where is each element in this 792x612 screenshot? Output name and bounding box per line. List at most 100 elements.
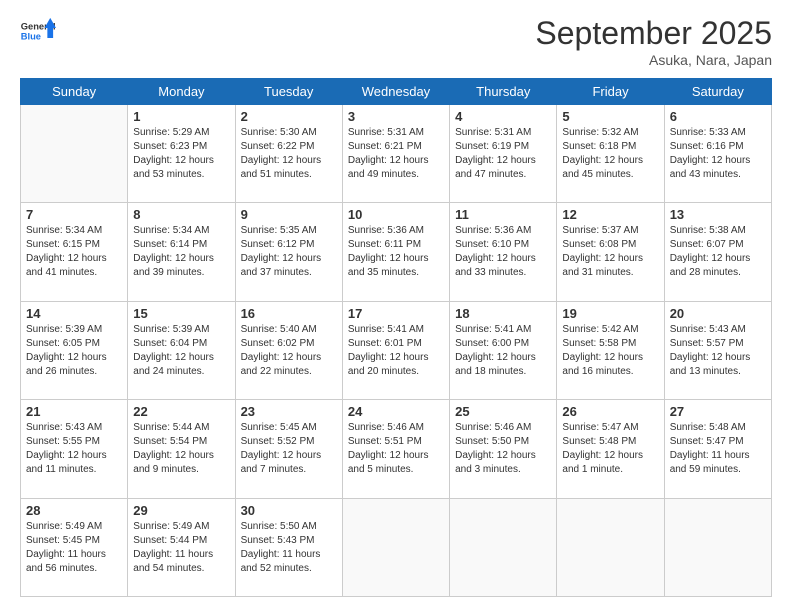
calendar-cell [557,498,664,596]
calendar-cell: 5 Sunrise: 5:32 AM Sunset: 6:18 PM Daylig… [557,105,664,203]
calendar-cell [450,498,557,596]
weekday-header-sunday: Sunday [21,79,128,105]
cell-details: Sunrise: 5:44 AM Sunset: 5:54 PM Dayligh… [133,421,229,477]
calendar-cell: 12 Sunrise: 5:37 AM Sunset: 6:08 PM Dayli… [557,203,664,301]
day-number: 4 [455,109,551,124]
cell-details: Sunrise: 5:45 AM Sunset: 5:52 PM Dayligh… [241,421,337,477]
week-row-0: 1 Sunrise: 5:29 AM Sunset: 6:23 PM Daylig… [21,105,772,203]
day-number: 6 [670,109,766,124]
calendar-cell: 25 Sunrise: 5:46 AM Sunset: 5:50 PM Dayli… [450,400,557,498]
day-number: 8 [133,207,229,222]
calendar-cell: 18Sunrise: 5:41 AM Sunset: 6:00 PM Dayli… [450,301,557,399]
calendar-cell [342,498,449,596]
calendar-cell: 30 Sunrise: 5:50 AM Sunset: 5:43 PM Dayli… [235,498,342,596]
day-number: 2 [241,109,337,124]
cell-details: Sunrise: 5:43 AM Sunset: 5:57 PM Dayligh… [670,323,766,379]
day-number: 26 [562,404,658,419]
calendar-cell: 6 Sunrise: 5:33 AM Sunset: 6:16 PM Daylig… [664,105,771,203]
calendar-cell: 26 Sunrise: 5:47 AM Sunset: 5:48 PM Dayli… [557,400,664,498]
day-number: 3 [348,109,444,124]
calendar-cell: 27Sunrise: 5:48 AM Sunset: 5:47 PM Dayli… [664,400,771,498]
calendar-cell: 4 Sunrise: 5:31 AM Sunset: 6:19 PM Daylig… [450,105,557,203]
calendar-cell [664,498,771,596]
day-number: 21 [26,404,122,419]
cell-details: Sunrise: 5:33 AM Sunset: 6:16 PM Dayligh… [670,126,766,182]
cell-details: Sunrise: 5:29 AM Sunset: 6:23 PM Dayligh… [133,126,229,182]
calendar-cell: 2 Sunrise: 5:30 AM Sunset: 6:22 PM Daylig… [235,105,342,203]
weekday-header-monday: Monday [128,79,235,105]
day-number: 22 [133,404,229,419]
cell-details: Sunrise: 5:34 AM Sunset: 6:15 PM Dayligh… [26,224,122,280]
cell-details: Sunrise: 5:43 AM Sunset: 5:55 PM Dayligh… [26,421,122,477]
weekday-header-tuesday: Tuesday [235,79,342,105]
calendar-cell: 16Sunrise: 5:40 AM Sunset: 6:02 PM Dayli… [235,301,342,399]
cell-details: Sunrise: 5:35 AM Sunset: 6:12 PM Dayligh… [241,224,337,280]
day-number: 29 [133,503,229,518]
cell-details: Sunrise: 5:42 AM Sunset: 5:58 PM Dayligh… [562,323,658,379]
cell-details: Sunrise: 5:39 AM Sunset: 6:04 PM Dayligh… [133,323,229,379]
day-number: 1 [133,109,229,124]
cell-details: Sunrise: 5:36 AM Sunset: 6:10 PM Dayligh… [455,224,551,280]
day-number: 30 [241,503,337,518]
cell-details: Sunrise: 5:37 AM Sunset: 6:08 PM Dayligh… [562,224,658,280]
day-number: 28 [26,503,122,518]
header: General Blue September 2025 Asuka, Nara,… [20,15,772,68]
cell-details: Sunrise: 5:46 AM Sunset: 5:50 PM Dayligh… [455,421,551,477]
day-number: 14 [26,306,122,321]
day-number: 27 [670,404,766,419]
week-row-3: 21 Sunrise: 5:43 AM Sunset: 5:55 PM Dayli… [21,400,772,498]
day-number: 9 [241,207,337,222]
cell-details: Sunrise: 5:32 AM Sunset: 6:18 PM Dayligh… [562,126,658,182]
calendar-cell [21,105,128,203]
cell-details: Sunrise: 5:41 AM Sunset: 6:01 PM Dayligh… [348,323,444,379]
calendar-cell: 29 Sunrise: 5:49 AM Sunset: 5:44 PM Dayli… [128,498,235,596]
calendar-cell: 3 Sunrise: 5:31 AM Sunset: 6:21 PM Daylig… [342,105,449,203]
cell-details: Sunrise: 5:40 AM Sunset: 6:02 PM Dayligh… [241,323,337,379]
day-number: 15 [133,306,229,321]
day-number: 5 [562,109,658,124]
weekday-header-friday: Friday [557,79,664,105]
day-number: 13 [670,207,766,222]
day-number: 25 [455,404,551,419]
cell-details: Sunrise: 5:31 AM Sunset: 6:21 PM Dayligh… [348,126,444,182]
day-number: 18 [455,306,551,321]
svg-text:Blue: Blue [21,31,41,41]
cell-details: Sunrise: 5:36 AM Sunset: 6:11 PM Dayligh… [348,224,444,280]
cell-details: Sunrise: 5:30 AM Sunset: 6:22 PM Dayligh… [241,126,337,182]
day-number: 20 [670,306,766,321]
weekday-header-saturday: Saturday [664,79,771,105]
day-number: 7 [26,207,122,222]
cell-details: Sunrise: 5:49 AM Sunset: 5:44 PM Dayligh… [133,520,229,576]
calendar-cell: 15 Sunrise: 5:39 AM Sunset: 6:04 PM Dayli… [128,301,235,399]
cell-details: Sunrise: 5:50 AM Sunset: 5:43 PM Dayligh… [241,520,337,576]
title-block: September 2025 Asuka, Nara, Japan [535,15,772,68]
calendar-cell: 9 Sunrise: 5:35 AM Sunset: 6:12 PM Daylig… [235,203,342,301]
cell-details: Sunrise: 5:38 AM Sunset: 6:07 PM Dayligh… [670,224,766,280]
calendar-cell: 19Sunrise: 5:42 AM Sunset: 5:58 PM Dayli… [557,301,664,399]
day-number: 23 [241,404,337,419]
calendar-table: SundayMondayTuesdayWednesdayThursdayFrid… [20,78,772,597]
week-row-2: 14Sunrise: 5:39 AM Sunset: 6:05 PM Dayli… [21,301,772,399]
calendar-cell: 14Sunrise: 5:39 AM Sunset: 6:05 PM Dayli… [21,301,128,399]
calendar-cell: 24 Sunrise: 5:46 AM Sunset: 5:51 PM Dayli… [342,400,449,498]
page: General Blue September 2025 Asuka, Nara,… [0,0,792,612]
logo: General Blue [20,15,56,51]
cell-details: Sunrise: 5:34 AM Sunset: 6:14 PM Dayligh… [133,224,229,280]
calendar-cell: 1 Sunrise: 5:29 AM Sunset: 6:23 PM Daylig… [128,105,235,203]
day-number: 24 [348,404,444,419]
calendar-cell: 22 Sunrise: 5:44 AM Sunset: 5:54 PM Dayli… [128,400,235,498]
day-number: 10 [348,207,444,222]
calendar-cell: 23 Sunrise: 5:45 AM Sunset: 5:52 PM Dayli… [235,400,342,498]
cell-details: Sunrise: 5:46 AM Sunset: 5:51 PM Dayligh… [348,421,444,477]
calendar-cell: 20 Sunrise: 5:43 AM Sunset: 5:57 PM Dayli… [664,301,771,399]
cell-details: Sunrise: 5:47 AM Sunset: 5:48 PM Dayligh… [562,421,658,477]
calendar-cell: 28 Sunrise: 5:49 AM Sunset: 5:45 PM Dayli… [21,498,128,596]
week-row-1: 7 Sunrise: 5:34 AM Sunset: 6:15 PM Daylig… [21,203,772,301]
cell-details: Sunrise: 5:31 AM Sunset: 6:19 PM Dayligh… [455,126,551,182]
logo-svg: General Blue [20,15,56,51]
calendar-cell: 21 Sunrise: 5:43 AM Sunset: 5:55 PM Dayli… [21,400,128,498]
day-number: 12 [562,207,658,222]
calendar-cell: 13 Sunrise: 5:38 AM Sunset: 6:07 PM Dayli… [664,203,771,301]
weekday-header-row: SundayMondayTuesdayWednesdayThursdayFrid… [21,79,772,105]
cell-details: Sunrise: 5:49 AM Sunset: 5:45 PM Dayligh… [26,520,122,576]
